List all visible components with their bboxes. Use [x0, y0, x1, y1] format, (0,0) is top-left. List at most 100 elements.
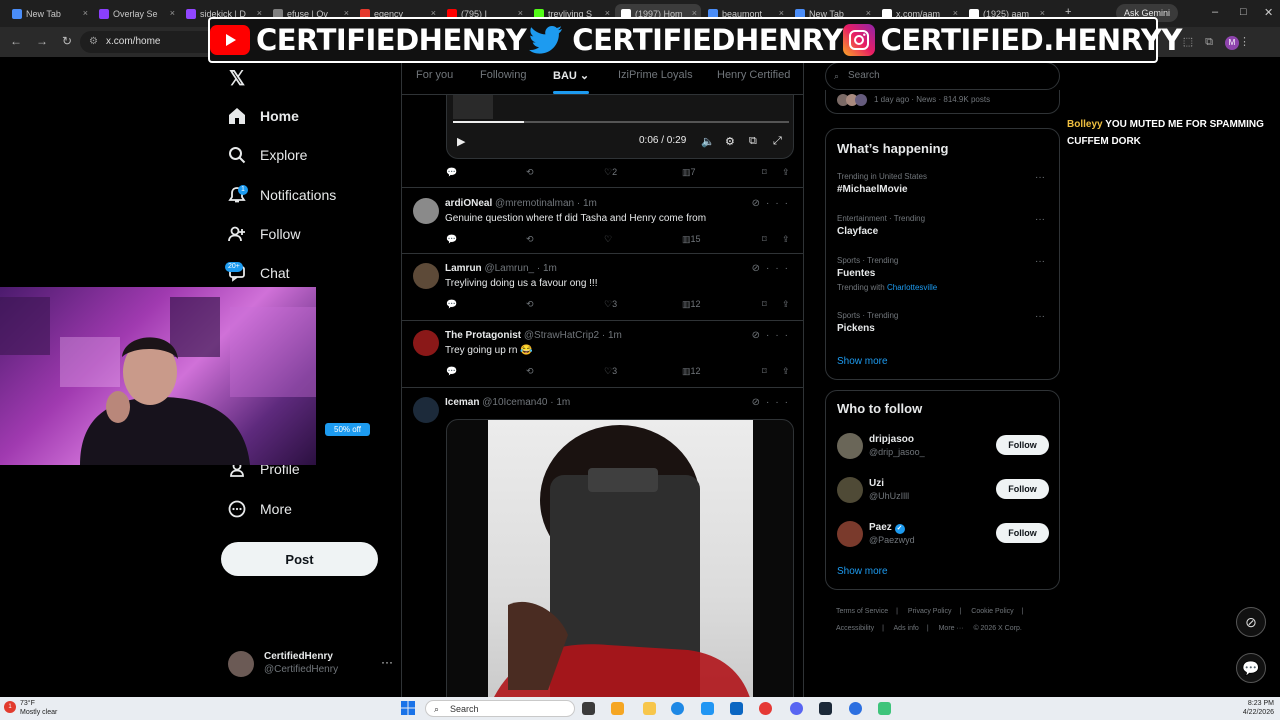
- tweet-author[interactable]: The Protagonist: [445, 330, 521, 341]
- tweet-author[interactable]: Lamrun: [445, 263, 482, 274]
- trend-item[interactable]: Trending in United States #MichaelMovie …: [837, 172, 1049, 195]
- tab-bau[interactable]: BAU ⌄: [553, 69, 589, 82]
- tweet-more-icon[interactable]: ⊘···: [752, 330, 794, 341]
- more-dots-icon[interactable]: ···: [1035, 214, 1045, 225]
- copilot-icon[interactable]: [611, 702, 624, 715]
- settings-gear-icon[interactable]: ⚙: [725, 135, 735, 148]
- share-icon[interactable]: ⇪: [782, 299, 790, 310]
- weather-widget[interactable]: 73°F Mostly clear: [20, 699, 57, 717]
- nav-explore[interactable]: Explore: [228, 143, 307, 167]
- views-icon[interactable]: ▥ 12: [682, 299, 701, 310]
- discord-icon[interactable]: [790, 702, 803, 715]
- like-icon[interactable]: ♡ 2: [604, 167, 617, 178]
- follow-suggestion[interactable]: Uzi @UhUzIlll Follow: [837, 476, 1049, 506]
- footer-terms-link[interactable]: Terms of Service: [836, 608, 888, 615]
- like-icon[interactable]: ♡ 3: [604, 366, 617, 377]
- close-tab-icon[interactable]: ×: [83, 8, 88, 18]
- tab-henry-certified[interactable]: Henry Certified: [717, 69, 790, 81]
- file-explorer-icon[interactable]: [643, 702, 656, 715]
- like-icon[interactable]: ♡ 3: [604, 299, 617, 310]
- edge-icon[interactable]: [671, 702, 684, 715]
- site-info-icon[interactable]: ⚙: [89, 31, 98, 53]
- tweet-author[interactable]: Iceman: [445, 397, 479, 408]
- play-icon[interactable]: ▶: [457, 135, 465, 148]
- follow-suggestion[interactable]: Paez ✓ @Paezwyd Follow: [837, 520, 1049, 550]
- footer-ads-link[interactable]: Ads info: [894, 625, 919, 632]
- footer-privacy-link[interactable]: Privacy Policy: [908, 608, 952, 615]
- reply-icon[interactable]: 💬: [446, 167, 457, 178]
- messages-icon[interactable]: 💬: [1236, 653, 1266, 683]
- browser-nav-buttons[interactable]: ←→↻: [10, 34, 86, 48]
- more-dots-icon[interactable]: ···: [1035, 256, 1045, 267]
- trend-item[interactable]: Sports · Trending Pickens ···: [837, 311, 1049, 334]
- footer-accessibility-link[interactable]: Accessibility: [836, 625, 874, 632]
- retweet-icon[interactable]: ⟲: [526, 299, 534, 310]
- taskbar-search[interactable]: ⌕ Search: [425, 700, 575, 717]
- share-icon[interactable]: ⇪: [782, 234, 790, 245]
- retweet-icon[interactable]: ⟲: [526, 234, 534, 245]
- show-more-link[interactable]: Show more: [837, 566, 888, 577]
- volume-icon[interactable]: 🔈: [701, 135, 715, 148]
- follow-button[interactable]: Follow: [996, 479, 1049, 499]
- chrome-icon[interactable]: [759, 702, 772, 715]
- more-dots-icon[interactable]: ···: [1035, 311, 1045, 322]
- trend-with-link[interactable]: Charlottesville: [887, 283, 937, 292]
- more-dots-icon[interactable]: ···: [381, 655, 393, 669]
- follow-suggestion[interactable]: dripjasoo @drip_jasoo_ Follow: [837, 432, 1049, 462]
- fullscreen-icon[interactable]: ⤢: [773, 135, 782, 148]
- bookmark-icon[interactable]: ⌑: [762, 167, 767, 178]
- task-view-icon[interactable]: [582, 702, 595, 715]
- tweet[interactable]: Lamrun @Lamrun_ · 1m ⊘··· Treyliving doi…: [402, 254, 803, 321]
- system-clock[interactable]: 8:23 PM 4/22/2026: [1243, 699, 1274, 717]
- follow-button[interactable]: Follow: [996, 523, 1049, 543]
- bookmark-icon[interactable]: ⌑: [762, 366, 767, 377]
- windows-start-icon[interactable]: [401, 701, 415, 715]
- browser-tab[interactable]: Overlay Se ×: [93, 4, 179, 24]
- views-icon[interactable]: ▥ 12: [682, 366, 701, 377]
- tweet-video[interactable]: [446, 419, 794, 697]
- trend-item[interactable]: Sports · Trending Fuentes Trending with …: [837, 256, 1049, 292]
- share-icon[interactable]: ⇪: [782, 366, 790, 377]
- share-icon[interactable]: ⇪: [782, 167, 790, 178]
- post-button[interactable]: Post: [221, 542, 378, 576]
- tweet-more-icon[interactable]: ⊘···: [752, 198, 794, 209]
- follow-button[interactable]: Follow: [996, 435, 1049, 455]
- search-input[interactable]: ⌕ Search: [825, 62, 1060, 90]
- store-icon[interactable]: [701, 702, 714, 715]
- mail-icon[interactable]: [730, 702, 743, 715]
- steam-icon[interactable]: [819, 702, 832, 715]
- retweet-icon[interactable]: ⟲: [526, 167, 534, 178]
- video-player[interactable]: ▶ 0:06 / 0:29 🔈 ⚙ ⧉ ⤢: [446, 95, 794, 159]
- reply-icon[interactable]: 💬: [446, 366, 457, 377]
- close-window-icon[interactable]: ✕: [1264, 6, 1273, 19]
- browser-tab[interactable]: New Tab ×: [6, 4, 92, 24]
- bookmark-icon[interactable]: ⌑: [762, 299, 767, 310]
- toolbar-extension-icons[interactable]: ⬚⧉ M ⋮: [1183, 35, 1262, 50]
- tweet-more-icon[interactable]: ⊘···: [752, 397, 794, 408]
- like-icon[interactable]: ♡: [604, 234, 612, 245]
- views-icon[interactable]: ▥ 15: [682, 234, 701, 245]
- footer-cookie-link[interactable]: Cookie Policy: [971, 608, 1013, 615]
- retweet-icon[interactable]: ⟲: [526, 366, 534, 377]
- tweet-author[interactable]: ardiONeal: [445, 198, 492, 209]
- news-summary-row[interactable]: 1 day ago · News · 814.9K posts: [825, 90, 1060, 114]
- video-progress-bar[interactable]: [453, 121, 789, 123]
- tab-following[interactable]: Following: [480, 69, 526, 81]
- minimize-icon[interactable]: –: [1212, 6, 1218, 18]
- pip-icon[interactable]: ⧉: [749, 135, 757, 148]
- nav-follow[interactable]: Follow: [228, 222, 300, 246]
- more-dots-icon[interactable]: ···: [1035, 172, 1045, 183]
- show-more-link[interactable]: Show more: [837, 356, 888, 367]
- account-switcher[interactable]: CertifiedHenry @CertifiedHenry ···: [228, 647, 393, 681]
- grok-icon[interactable]: ⊘: [1236, 607, 1266, 637]
- maximize-icon[interactable]: □: [1240, 6, 1247, 18]
- bookmark-icon[interactable]: ⌑: [762, 234, 767, 245]
- tweet[interactable]: ardiONeal @mremotinalman · 1m ⊘··· Genui…: [402, 187, 803, 254]
- tab-for-you[interactable]: For you: [416, 69, 453, 81]
- app-icon[interactable]: [878, 702, 891, 715]
- footer-more-link[interactable]: More ···: [939, 625, 964, 632]
- close-tab-icon[interactable]: ×: [170, 8, 175, 18]
- tab-iziprime-loyals[interactable]: IziPrime Loyals: [618, 69, 693, 81]
- reply-icon[interactable]: 💬: [446, 234, 457, 245]
- app-icon[interactable]: [849, 702, 862, 715]
